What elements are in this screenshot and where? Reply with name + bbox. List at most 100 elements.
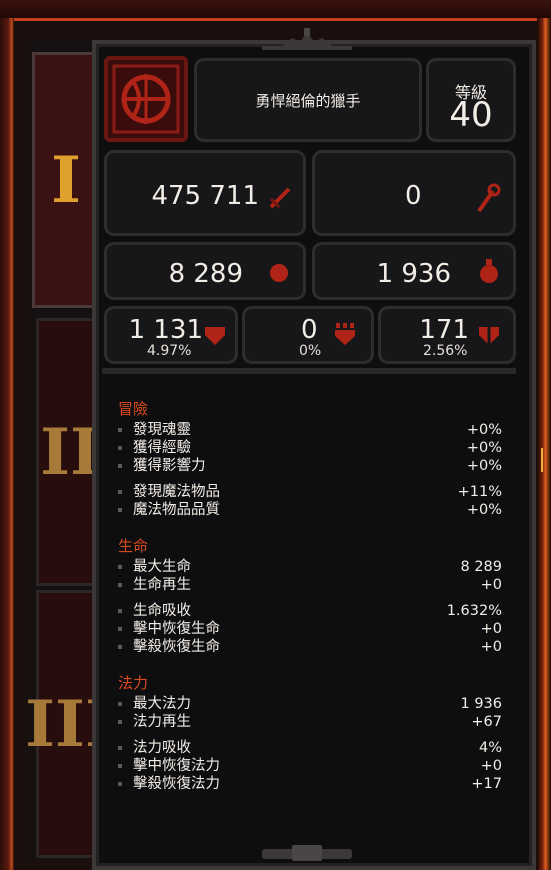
- bullet-icon: [118, 609, 122, 613]
- crown-shield-icon: [335, 323, 355, 345]
- bullet-icon: [118, 764, 122, 768]
- row-label: 最大生命: [133, 559, 191, 575]
- list-item: 獲得經驗 +0%: [118, 439, 502, 457]
- bullet-icon: [118, 645, 122, 649]
- resistance-stat-box: 171 2.56%: [378, 306, 516, 364]
- panel-top-crest: [262, 28, 352, 50]
- row-value: +0%: [466, 422, 502, 438]
- barrier-value: 0: [301, 315, 318, 345]
- sword-icon: [269, 187, 291, 209]
- row-label: 發現魔法物品: [133, 484, 220, 500]
- life-header: 生命: [118, 537, 149, 555]
- row-label: 擊殺恢復法力: [133, 776, 220, 792]
- mana-flask-icon: [480, 259, 498, 283]
- bullet-icon: [118, 782, 122, 786]
- bullet-icon: [118, 565, 122, 569]
- row-label: 擊中恢復法力: [133, 758, 220, 774]
- list-item: 發現魂靈 +0%: [118, 421, 502, 439]
- row-value: +0: [480, 639, 502, 655]
- row-value: 1.632%: [446, 603, 502, 619]
- list-item: 最大法力 1 936: [118, 695, 502, 713]
- tab-i-label: I: [51, 142, 81, 218]
- staff-icon: [477, 183, 501, 213]
- left-window-frame: [0, 18, 14, 870]
- secondary-value: 0: [405, 181, 422, 211]
- damage-value: 475 711: [151, 181, 259, 211]
- tab-ii-label: II: [40, 414, 100, 490]
- row-value: +0: [480, 621, 502, 637]
- armor-stat-box: 1 131 4.97%: [104, 306, 238, 364]
- bullet-icon: [118, 490, 122, 494]
- list-item: 獲得影響力 +0%: [118, 457, 502, 475]
- armor-value: 1 131: [128, 315, 203, 345]
- level-box: 等級 40: [426, 58, 516, 142]
- barrier-percent: 0%: [299, 343, 322, 359]
- list-item: 擊殺恢復法力 +17: [118, 775, 502, 793]
- row-value: +11%: [457, 484, 502, 500]
- list-item: 生命再生 +0: [118, 576, 502, 594]
- life-stat-box: 8 289: [104, 242, 306, 300]
- row-label: 擊殺恢復生命: [133, 639, 220, 655]
- section-divider: [102, 368, 516, 374]
- life-orb-icon: [270, 264, 288, 282]
- bullet-icon: [118, 702, 122, 706]
- list-item: 擊中恢復法力 +0: [118, 757, 502, 775]
- bullet-icon: [118, 627, 122, 631]
- crossbow-emblem-icon: [112, 64, 180, 134]
- row-value: +0%: [466, 502, 502, 518]
- bullet-icon: [118, 583, 122, 587]
- bullet-icon: [118, 720, 122, 724]
- row-label: 法力再生: [133, 714, 191, 730]
- top-frame-bar: [0, 0, 551, 21]
- row-value: +0: [480, 758, 502, 774]
- panel-bottom-crest: [262, 845, 352, 861]
- row-value: +0: [480, 577, 502, 593]
- row-value: +67: [471, 714, 502, 730]
- row-label: 生命再生: [133, 577, 191, 593]
- frame-spark-decoration: [541, 448, 549, 472]
- row-label: 最大法力: [133, 696, 191, 712]
- shield-icon: [205, 327, 225, 345]
- class-emblem: [104, 56, 188, 142]
- row-label: 獲得經驗: [133, 440, 191, 456]
- list-item: 最大生命 8 289: [118, 558, 502, 576]
- row-value: +0%: [466, 458, 502, 474]
- mana-stat-box: 1 936: [312, 242, 516, 300]
- row-label: 生命吸收: [133, 603, 191, 619]
- mana-value: 1 936: [376, 259, 451, 289]
- row-value: +0%: [466, 440, 502, 456]
- bullet-icon: [118, 746, 122, 750]
- life-value: 8 289: [168, 259, 243, 289]
- adventure-header: 冒險: [118, 400, 149, 418]
- list-item: 法力吸收 4%: [118, 739, 502, 757]
- row-label: 獲得影響力: [133, 458, 206, 474]
- bullet-icon: [118, 446, 122, 450]
- bullet-icon: [118, 508, 122, 512]
- cross-shield-icon: [479, 325, 499, 345]
- bullet-icon: [118, 428, 122, 432]
- row-value: 4%: [478, 740, 502, 756]
- row-value: +17: [471, 776, 502, 792]
- resistance-percent: 2.56%: [423, 343, 468, 359]
- row-value: 1 936: [460, 696, 502, 712]
- mana-header: 法力: [118, 674, 149, 692]
- row-label: 法力吸收: [133, 740, 191, 756]
- row-label: 魔法物品品質: [133, 502, 220, 518]
- barrier-stat-box: 0 0%: [242, 306, 374, 364]
- list-item: 魔法物品品質 +0%: [118, 501, 502, 519]
- row-label: 發現魂靈: [133, 422, 191, 438]
- armor-percent: 4.97%: [147, 343, 192, 359]
- level-value: 40: [449, 95, 493, 135]
- resistance-value: 171: [419, 315, 469, 345]
- list-item: 法力再生 +67: [118, 713, 502, 731]
- character-title-box: 勇悍絕倫的獵手: [194, 58, 422, 142]
- character-title: 勇悍絕倫的獵手: [255, 91, 361, 110]
- secondary-stat-box: 0: [312, 150, 516, 236]
- row-label: 擊中恢復生命: [133, 621, 220, 637]
- tab-i[interactable]: I: [32, 52, 100, 308]
- list-item: 擊殺恢復生命 +0: [118, 638, 502, 656]
- list-item: 擊中恢復生命 +0: [118, 620, 502, 638]
- right-window-frame: [537, 18, 551, 870]
- bullet-icon: [118, 464, 122, 468]
- list-item: 發現魔法物品 +11%: [118, 483, 502, 501]
